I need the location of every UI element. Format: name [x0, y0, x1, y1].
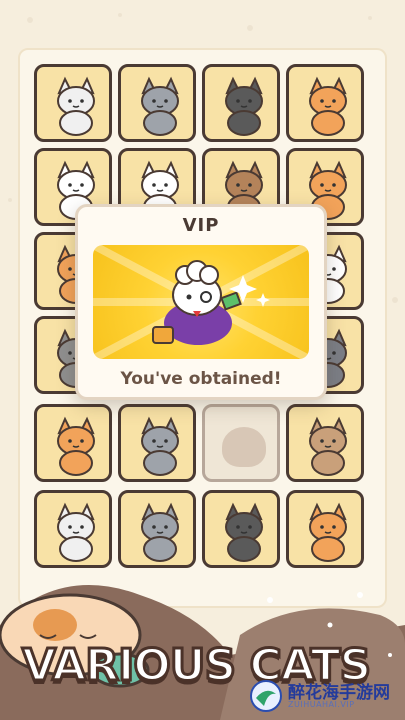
popup-title: VIP — [182, 215, 220, 236]
cat-icon — [141, 416, 179, 476]
cat-icon — [309, 416, 347, 476]
cat-icon — [141, 502, 179, 562]
cat-tile-red-hood-cat[interactable] — [34, 490, 112, 568]
cat-tile-locked-cat-2[interactable] — [202, 404, 280, 482]
cat-icon — [309, 502, 347, 562]
cat-tile-raccoon-cat[interactable] — [118, 64, 196, 142]
cat-tile-gray-tabby-cat[interactable] — [118, 404, 196, 482]
cat-icon — [57, 416, 95, 476]
cat-tile-red-hood-cat[interactable] — [34, 64, 112, 142]
cat-tile-raccoon-cat[interactable] — [118, 490, 196, 568]
watermark-url: ZUIHUAHAI.VIP — [288, 700, 355, 709]
locked-cat-silhouette — [222, 427, 266, 467]
cat-icon — [141, 76, 179, 136]
obtained-message: You've obtained! — [120, 369, 282, 389]
cat-tile-brown-cat[interactable] — [286, 404, 364, 482]
flower-logo-icon — [250, 680, 282, 712]
cat-icon — [225, 502, 263, 562]
cat-tile-orange-tabby-cat[interactable] — [286, 490, 364, 568]
reward-popup[interactable]: VIP You've obtained! — [75, 204, 327, 400]
cat-icon — [57, 502, 95, 562]
vip-cat-card — [93, 245, 309, 359]
cat-tile-orange-tabby-cat[interactable] — [286, 64, 364, 142]
cat-tile-batman-cat[interactable] — [202, 64, 280, 142]
cat-tile-orange-stripe-cat[interactable] — [34, 404, 112, 482]
cat-icon — [57, 76, 95, 136]
cat-icon — [309, 76, 347, 136]
cat-tile-batman-cat[interactable] — [202, 490, 280, 568]
vip-cat-illustration — [93, 245, 309, 359]
cat-icon — [225, 76, 263, 136]
site-watermark: 醉花海手游网 ZUIHUAHAI.VIP — [248, 676, 398, 716]
